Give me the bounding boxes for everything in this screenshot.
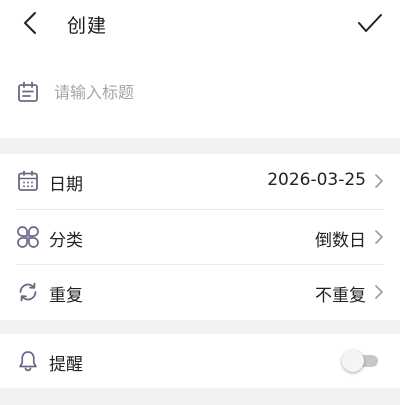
chevron-right-icon — [375, 174, 383, 188]
page-title: 创建 — [67, 15, 108, 37]
clover-icon — [17, 226, 39, 248]
date-row[interactable]: 日期 2026-03-25 — [0, 154, 400, 208]
section-separator — [0, 388, 400, 405]
refresh-icon — [19, 282, 37, 302]
back-button[interactable] — [14, 7, 46, 39]
title-input[interactable] — [54, 78, 374, 106]
date-value: 2026-03-25 — [267, 170, 366, 190]
bell-icon — [19, 351, 37, 372]
category-value: 倒数日 — [315, 231, 366, 251]
title-input-row — [0, 66, 400, 118]
category-row[interactable]: 分类 倒数日 — [0, 210, 400, 264]
date-label: 日期 — [49, 175, 83, 195]
top-bar: 创建 — [0, 0, 400, 46]
reminder-row: 提醒 — [0, 334, 400, 388]
repeat-row[interactable]: 重复 不重复 — [0, 265, 400, 319]
chevron-right-icon — [375, 285, 383, 299]
repeat-value: 不重复 — [315, 286, 366, 306]
check-icon — [358, 14, 382, 32]
calendar-note-icon — [18, 81, 38, 102]
create-event-screen: 创建 日期 2026-03-25 — [0, 0, 400, 405]
category-label: 分类 — [49, 231, 83, 251]
chevron-right-icon — [375, 230, 383, 244]
repeat-label: 重复 — [49, 286, 83, 306]
section-separator — [0, 138, 400, 154]
section-separator — [0, 320, 400, 334]
confirm-button[interactable] — [352, 6, 388, 40]
chevron-left-icon — [24, 12, 36, 34]
calendar-icon — [18, 170, 38, 191]
reminder-toggle[interactable] — [342, 350, 378, 372]
toggle-knob — [342, 350, 364, 372]
reminder-label: 提醒 — [49, 355, 83, 375]
